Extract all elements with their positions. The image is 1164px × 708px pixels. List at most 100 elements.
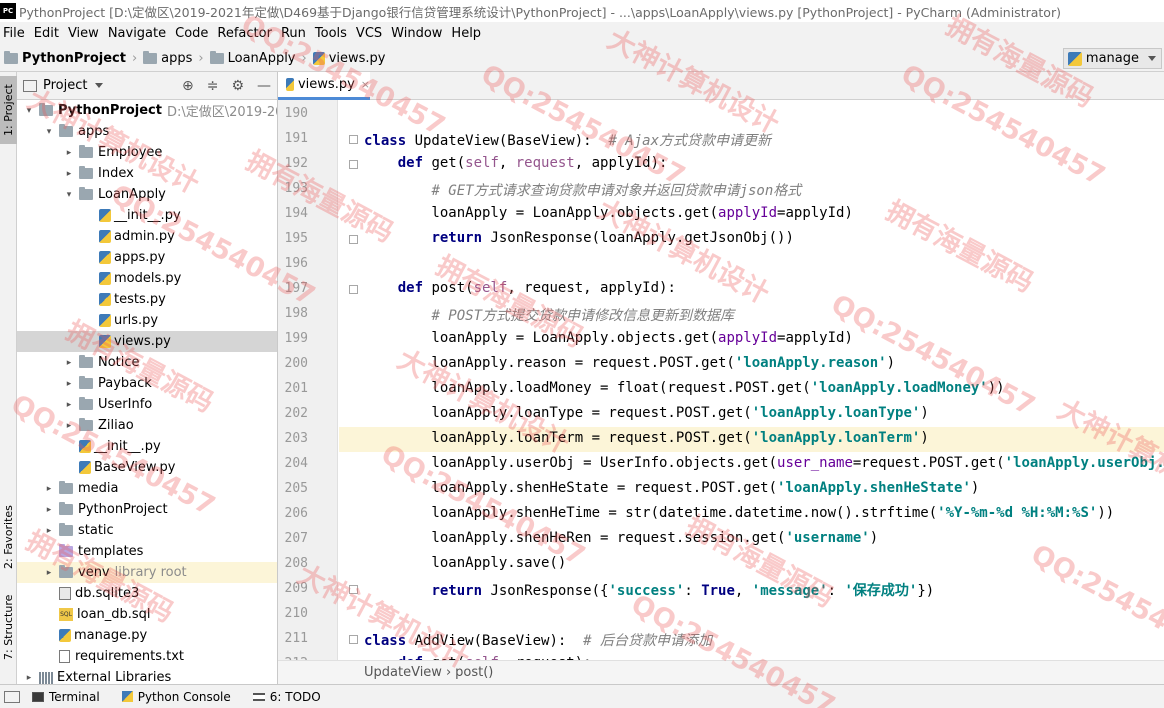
tree-row[interactable]: models.py xyxy=(17,268,277,289)
code-breadcrumb-class[interactable]: UpdateView xyxy=(364,665,442,680)
structure-tool-tab[interactable]: 7: Structure xyxy=(0,587,17,667)
menu-view[interactable]: View xyxy=(65,26,105,41)
fold-marker-icon[interactable] xyxy=(349,135,358,144)
tree-row[interactable]: ▾ LoanApply xyxy=(17,184,277,205)
fold-marker-icon[interactable] xyxy=(349,635,358,644)
chevron-right-icon[interactable]: ▸ xyxy=(63,148,75,158)
fold-marker-icon[interactable] xyxy=(349,235,358,244)
code-token: request xyxy=(515,155,575,171)
gear-icon[interactable]: ⚙ xyxy=(231,78,244,94)
tree-row[interactable]: ▸ Ziliao xyxy=(17,415,277,436)
menu-window[interactable]: Window xyxy=(388,26,448,41)
chevron-right-icon[interactable]: ▸ xyxy=(63,400,75,410)
tree-row[interactable]: SQL loan_db.sql xyxy=(17,604,277,625)
code-token: loanApply.reason = request.POST.get( xyxy=(364,355,735,371)
code-breadcrumb-method[interactable]: post() xyxy=(455,665,493,680)
terminal-icon xyxy=(32,691,44,702)
tree-label: admin.py xyxy=(114,229,175,244)
breadcrumb-apps[interactable]: apps xyxy=(161,51,192,66)
run-config-select[interactable]: manage xyxy=(1062,48,1162,69)
chevron-right-icon[interactable]: ▸ xyxy=(63,421,75,431)
tree-label: Ziliao xyxy=(98,418,134,433)
tree-row[interactable]: ▸ External Libraries xyxy=(17,667,277,684)
tree-row[interactable]: tests.py xyxy=(17,289,277,310)
chevron-down-icon[interactable]: ▾ xyxy=(23,106,35,116)
tree-row[interactable]: ▸ Employee xyxy=(17,142,277,163)
tree-row[interactable]: BaseView.py xyxy=(17,457,277,478)
menu-navigate[interactable]: Navigate xyxy=(105,26,172,41)
menu-vcs[interactable]: VCS xyxy=(353,26,388,41)
breadcrumb-project[interactable]: PythonProject xyxy=(22,51,126,66)
project-panel-title[interactable]: Project xyxy=(43,78,87,93)
locate-icon[interactable]: ⊕ xyxy=(182,78,194,94)
tree-row[interactable]: ▸ static xyxy=(17,520,277,541)
menu-tools[interactable]: Tools xyxy=(312,26,353,41)
tree-row[interactable]: admin.py xyxy=(17,226,277,247)
tree-row[interactable]: urls.py xyxy=(17,310,277,331)
fold-marker-icon[interactable] xyxy=(349,585,358,594)
menu-file[interactable]: File xyxy=(0,26,31,41)
tree-row[interactable]: __init__.py xyxy=(17,205,277,226)
menu-code[interactable]: Code xyxy=(172,26,214,41)
chevron-down-icon[interactable]: ▾ xyxy=(43,127,55,137)
tool-windows-icon[interactable] xyxy=(4,690,20,703)
tree-row[interactable]: ▸ Notice xyxy=(17,352,277,373)
menu-edit[interactable]: Edit xyxy=(31,26,65,41)
chevron-right-icon[interactable]: ▸ xyxy=(23,673,35,683)
tree-label: views.py xyxy=(114,334,171,349)
hide-icon[interactable]: — xyxy=(257,78,271,94)
menu-help[interactable]: Help xyxy=(448,26,487,41)
code-line: def post(self, request, applyId): xyxy=(364,280,676,296)
code-line: loanApply.userObj = UserInfo.objects.get… xyxy=(364,455,1164,471)
chevron-right-icon[interactable]: ▸ xyxy=(43,526,55,536)
project-tool-tab[interactable]: 1: Project xyxy=(0,76,17,144)
collapse-all-icon[interactable]: ≑ xyxy=(207,78,219,94)
chevron-right-icon[interactable]: ▸ xyxy=(63,169,75,179)
chevron-down-icon[interactable] xyxy=(95,83,104,88)
breadcrumb-loanapply[interactable]: LoanApply xyxy=(228,51,296,66)
breadcrumb-views[interactable]: views.py xyxy=(329,51,386,66)
chevron-right-icon[interactable]: ▸ xyxy=(63,379,75,389)
tree-row[interactable]: views.py xyxy=(17,331,277,352)
tree-row[interactable]: __init__.py xyxy=(17,436,277,457)
project-panel-header: Project ⊕ ≑ ⚙ — xyxy=(17,72,277,100)
line-number: 205 xyxy=(284,481,308,496)
chevron-right-icon[interactable]: ▸ xyxy=(43,505,55,515)
tree-row[interactable]: ▾ apps xyxy=(17,121,277,142)
tree-row[interactable]: templates xyxy=(17,541,277,562)
chevron-right-icon[interactable]: ▸ xyxy=(43,568,55,578)
tree-row[interactable]: db.sqlite3 xyxy=(17,583,277,604)
menu-run[interactable]: Run xyxy=(278,26,312,41)
tree-label: templates xyxy=(78,544,144,559)
close-icon[interactable]: × xyxy=(361,78,370,91)
tree-row[interactable]: ▸ Payback xyxy=(17,373,277,394)
tree-row[interactable]: ▸ venv library root xyxy=(17,562,277,583)
python-console-tool-button[interactable]: Python Console xyxy=(121,690,241,704)
folder-icon xyxy=(79,355,93,368)
tree-row[interactable]: ▾ PythonProject D:\定做区\2019-2021年 xyxy=(17,100,277,121)
favorites-tool-tab[interactable]: 2: Favorites xyxy=(0,492,17,582)
chevron-down-icon[interactable]: ▾ xyxy=(63,190,75,200)
tab-views-py[interactable]: views.py × xyxy=(278,72,370,100)
tree-row[interactable]: manage.py xyxy=(17,625,277,646)
tree-row[interactable]: ▸ PythonProject xyxy=(17,499,277,520)
code-token: 'loanApply.shenHeState' xyxy=(777,480,971,496)
code-token: user_name xyxy=(777,455,853,471)
code-line: class UpdateView(BaseView): # Ajax方式贷款申请… xyxy=(364,130,771,150)
code-token: loanApply.shenHeState = request.POST.get… xyxy=(364,480,778,496)
terminal-tool-button[interactable]: Terminal xyxy=(32,690,110,704)
tree-row[interactable]: requirements.txt xyxy=(17,646,277,667)
python-file-icon xyxy=(99,272,111,285)
tree-row[interactable]: ▸ Index xyxy=(17,163,277,184)
todo-tool-button[interactable]: 6: TODO xyxy=(252,690,331,704)
tree-row[interactable]: apps.py xyxy=(17,247,277,268)
tree-row[interactable]: ▸ UserInfo xyxy=(17,394,277,415)
menu-refactor[interactable]: Refactor xyxy=(214,26,278,41)
tree-row[interactable]: ▸ media xyxy=(17,478,277,499)
chevron-right-icon[interactable]: ▸ xyxy=(63,358,75,368)
chevron-right-icon[interactable]: ▸ xyxy=(43,484,55,494)
fold-marker-icon[interactable] xyxy=(349,160,358,169)
code-line: loanApply.reason = request.POST.get('loa… xyxy=(364,355,895,371)
fold-marker-icon[interactable] xyxy=(349,285,358,294)
